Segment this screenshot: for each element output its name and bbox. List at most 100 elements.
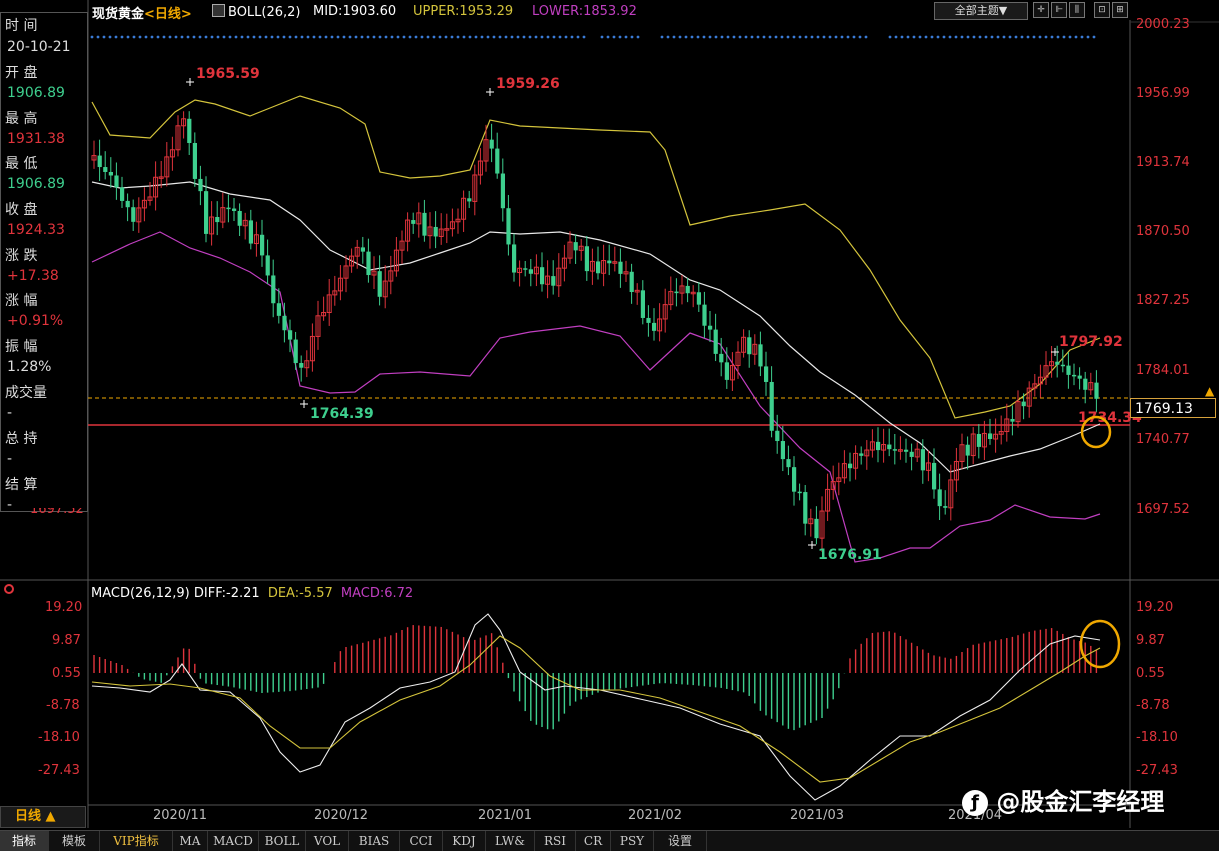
event-marker [234, 35, 238, 39]
event-marker [912, 35, 916, 39]
event-marker [834, 35, 838, 39]
event-marker [342, 35, 346, 39]
event-marker [696, 35, 700, 39]
event-marker [252, 35, 256, 39]
tab-indicators[interactable]: 指标 [0, 831, 49, 851]
candle-body [685, 285, 690, 294]
volume-label: 成交量 [5, 385, 47, 401]
amplitude-value: 1.28% [7, 359, 52, 375]
tab-templates[interactable]: 模板 [49, 831, 100, 851]
event-marker [1032, 35, 1036, 39]
candle-body [988, 433, 993, 439]
macd-axis-label-right: 9.87 [1136, 633, 1165, 648]
tab-macd[interactable]: MACD [208, 831, 259, 851]
settlement-label: 结 算 [5, 477, 38, 493]
candle-body [271, 275, 276, 304]
candle-body [433, 226, 438, 237]
event-marker [798, 35, 802, 39]
event-marker [972, 35, 976, 39]
candle-body [786, 459, 791, 468]
candle-body [887, 444, 892, 450]
candle-body [114, 175, 119, 188]
event-marker [462, 35, 466, 39]
event-marker [1062, 35, 1066, 39]
open-label: 开 盘 [5, 65, 38, 81]
tab-boll[interactable]: BOLL [259, 831, 306, 851]
tab-settings[interactable]: 设置 [654, 831, 707, 851]
event-marker [720, 35, 724, 39]
event-marker [144, 35, 148, 39]
event-marker [552, 35, 556, 39]
low-annotation: 1764.39 [310, 406, 374, 422]
event-marker [816, 35, 820, 39]
candle-body [719, 353, 724, 363]
event-marker [1092, 35, 1096, 39]
macd-close-icon[interactable] [4, 584, 18, 598]
low-value: 1906.89 [7, 176, 65, 192]
event-marker [1056, 35, 1060, 39]
event-marker [750, 35, 754, 39]
event-marker [780, 35, 784, 39]
event-marker [480, 35, 484, 39]
candle-body [937, 489, 942, 507]
event-marker [894, 35, 898, 39]
event-marker [1086, 35, 1090, 39]
event-marker [732, 35, 736, 39]
candle-body [775, 430, 780, 442]
event-marker [186, 35, 190, 39]
event-marker [690, 35, 694, 39]
event-marker [108, 35, 112, 39]
event-marker [204, 35, 208, 39]
event-marker [348, 35, 352, 39]
tab-vip-indicators[interactable]: VIP指标 [100, 831, 173, 851]
event-marker [756, 35, 760, 39]
event-marker [228, 35, 232, 39]
tab-ma[interactable]: MA [173, 831, 208, 851]
tab-bias[interactable]: BIAS [349, 831, 400, 851]
macd-title[interactable]: MACD(26,12,9) [91, 586, 190, 601]
event-marker [762, 35, 766, 39]
candle-body [125, 200, 130, 208]
candle-body [198, 178, 203, 192]
tab-cci[interactable]: CCI [400, 831, 443, 851]
event-marker [240, 35, 244, 39]
event-marker [162, 35, 166, 39]
candle-body [97, 155, 102, 168]
tab-psy[interactable]: PSY [611, 831, 654, 851]
tab-lw[interactable]: LW& [486, 831, 535, 851]
event-marker [300, 35, 304, 39]
event-marker [978, 35, 982, 39]
event-marker [90, 35, 94, 39]
tab-kdj[interactable]: KDJ [443, 831, 486, 851]
tab-cr[interactable]: CR [576, 831, 611, 851]
event-marker [324, 35, 328, 39]
candle-body [976, 433, 981, 447]
event-marker [468, 35, 472, 39]
candle-body [293, 339, 298, 364]
candle-body [904, 449, 909, 452]
event-marker [210, 35, 214, 39]
change-label: 涨 跌 [5, 248, 38, 264]
event-marker [840, 35, 844, 39]
settlement-value: - [7, 497, 13, 513]
candle-body [920, 449, 925, 471]
chart-canvas[interactable]: 1965.591959.261764.391676.911797.921734.… [0, 0, 1219, 850]
tab-vol[interactable]: VOL [306, 831, 349, 851]
event-marker [498, 35, 502, 39]
event-marker [534, 35, 538, 39]
candle-body [512, 244, 517, 273]
event-marker [264, 35, 268, 39]
candle-body [573, 242, 578, 251]
candle-body [276, 303, 281, 316]
candle-body [1094, 382, 1099, 399]
candle-body [607, 260, 612, 264]
event-marker [414, 35, 418, 39]
event-marker [138, 35, 142, 39]
macd-axis-label-left: 19.20 [45, 600, 83, 615]
macd-axis-label-left: 0.55 [52, 666, 81, 681]
event-marker [426, 35, 430, 39]
candle-body [702, 304, 707, 326]
period-switch-button[interactable]: 日线 ▲ [0, 806, 86, 828]
event-marker [1026, 35, 1030, 39]
tab-rsi[interactable]: RSI [535, 831, 576, 851]
